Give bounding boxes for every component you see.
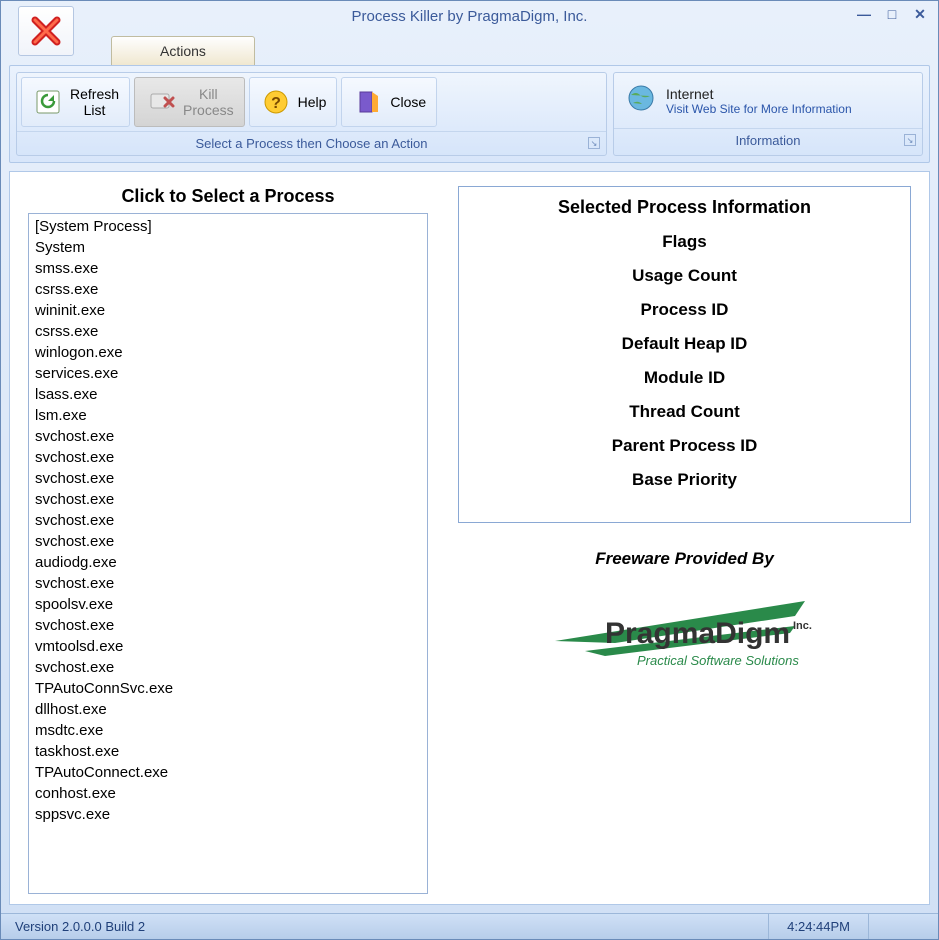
close-button[interactable]: Close — [341, 77, 437, 127]
process-list-panel: Click to Select a Process [System Proces… — [28, 186, 428, 894]
process-list-heading: Click to Select a Process — [28, 186, 428, 207]
maximize-button[interactable]: □ — [882, 5, 902, 23]
actions-caption-text: Select a Process then Choose an Action — [196, 136, 428, 151]
info-column: Selected Process Information Flags Usage … — [458, 186, 911, 894]
minimize-button[interactable]: — — [854, 5, 874, 23]
svg-text:?: ? — [271, 95, 281, 112]
process-item[interactable]: conhost.exe — [35, 783, 421, 804]
process-item[interactable]: svchost.exe — [35, 657, 421, 678]
close-label: Close — [390, 94, 426, 110]
pragmadigm-logo: PragmaDigm Inc. Practical Software Solut… — [545, 581, 825, 676]
status-time: 4:24:44PM — [768, 914, 868, 939]
help-button[interactable]: ? Help — [249, 77, 338, 127]
process-item[interactable]: [System Process] — [35, 216, 421, 237]
info-field-label: Module ID — [475, 368, 894, 388]
process-item[interactable]: TPAutoConnSvc.exe — [35, 678, 421, 699]
process-item[interactable]: vmtoolsd.exe — [35, 636, 421, 657]
process-item[interactable]: svchost.exe — [35, 447, 421, 468]
info-caption-text: Information — [735, 133, 800, 148]
refresh-label: Refresh List — [70, 86, 119, 118]
internet-button[interactable]: Internet Visit Web Site for More Informa… — [614, 73, 922, 128]
tab-actions[interactable]: Actions — [111, 36, 255, 65]
process-item[interactable]: wininit.exe — [35, 300, 421, 321]
internet-title: Internet — [666, 86, 852, 102]
process-item[interactable]: lsass.exe — [35, 384, 421, 405]
refresh-icon — [32, 86, 64, 118]
process-item[interactable]: dllhost.exe — [35, 699, 421, 720]
ribbon-actions-caption: Select a Process then Choose an Action ↘ — [17, 131, 606, 155]
process-item[interactable]: services.exe — [35, 363, 421, 384]
titlebar: Process Killer by PragmaDigm, Inc. — □ ✕ — [1, 1, 938, 31]
info-field-label: Process ID — [475, 300, 894, 320]
statusbar: Version 2.0.0.0 Build 2 4:24:44PM — [1, 913, 938, 939]
door-icon — [352, 86, 384, 118]
process-item[interactable]: taskhost.exe — [35, 741, 421, 762]
refresh-list-button[interactable]: Refresh List — [21, 77, 130, 127]
help-icon: ? — [260, 86, 292, 118]
main-window: Process Killer by PragmaDigm, Inc. — □ ✕… — [0, 0, 939, 940]
svg-text:Inc.: Inc. — [793, 620, 812, 632]
status-version: Version 2.0.0.0 Build 2 — [11, 914, 163, 939]
ribbon-group-actions: Refresh List Kill Process ? Help — [16, 72, 607, 156]
process-item[interactable]: winlogon.exe — [35, 342, 421, 363]
process-item[interactable]: lsm.exe — [35, 405, 421, 426]
info-heading: Selected Process Information — [475, 197, 894, 218]
process-item[interactable]: System — [35, 237, 421, 258]
process-item[interactable]: svchost.exe — [35, 510, 421, 531]
process-item[interactable]: audiodg.exe — [35, 552, 421, 573]
process-item[interactable]: smss.exe — [35, 258, 421, 279]
process-item[interactable]: svchost.exe — [35, 426, 421, 447]
info-launcher-icon[interactable]: ↘ — [904, 134, 916, 146]
selected-process-info-panel: Selected Process Information Flags Usage … — [458, 186, 911, 523]
help-label: Help — [298, 94, 327, 110]
process-list[interactable]: [System Process]Systemsmss.execsrss.exew… — [28, 213, 428, 894]
info-field-label: Parent Process ID — [475, 436, 894, 456]
actions-launcher-icon[interactable]: ↘ — [588, 137, 600, 149]
ribbon-group-information: Internet Visit Web Site for More Informa… — [613, 72, 923, 156]
window-title: Process Killer by PragmaDigm, Inc. — [352, 8, 588, 25]
info-field-label: Flags — [475, 232, 894, 252]
info-field-label: Default Heap ID — [475, 334, 894, 354]
ribbon-info-caption: Information ↘ — [614, 128, 922, 152]
internet-link: Visit Web Site for More Information — [666, 102, 852, 116]
process-item[interactable]: svchost.exe — [35, 573, 421, 594]
process-item[interactable]: sppsvc.exe — [35, 804, 421, 825]
process-item[interactable]: svchost.exe — [35, 468, 421, 489]
kill-label: Kill Process — [183, 86, 234, 118]
info-field-label: Usage Count — [475, 266, 894, 286]
content-area: Click to Select a Process [System Proces… — [9, 171, 930, 905]
close-window-button[interactable]: ✕ — [910, 5, 930, 23]
app-icon — [18, 6, 74, 56]
info-field-label: Base Priority — [475, 470, 894, 490]
ribbon: Refresh List Kill Process ? Help — [9, 65, 930, 163]
process-item[interactable]: csrss.exe — [35, 279, 421, 300]
process-item[interactable]: svchost.exe — [35, 489, 421, 510]
status-empty-cell — [868, 914, 928, 939]
kill-process-button: Kill Process — [134, 77, 245, 127]
process-item[interactable]: svchost.exe — [35, 615, 421, 636]
process-item[interactable]: csrss.exe — [35, 321, 421, 342]
svg-text:Practical Software Solutions: Practical Software Solutions — [637, 653, 799, 668]
process-item[interactable]: TPAutoConnect.exe — [35, 762, 421, 783]
process-item[interactable]: svchost.exe — [35, 531, 421, 552]
ribbon-tabbar: Actions — [1, 31, 938, 65]
process-item[interactable]: msdtc.exe — [35, 720, 421, 741]
kill-icon — [145, 86, 177, 118]
globe-icon — [626, 83, 656, 118]
svg-text:PragmaDigm: PragmaDigm — [605, 617, 790, 650]
info-field-label: Thread Count — [475, 402, 894, 422]
process-item[interactable]: spoolsv.exe — [35, 594, 421, 615]
freeware-label: Freeware Provided By — [595, 549, 774, 569]
